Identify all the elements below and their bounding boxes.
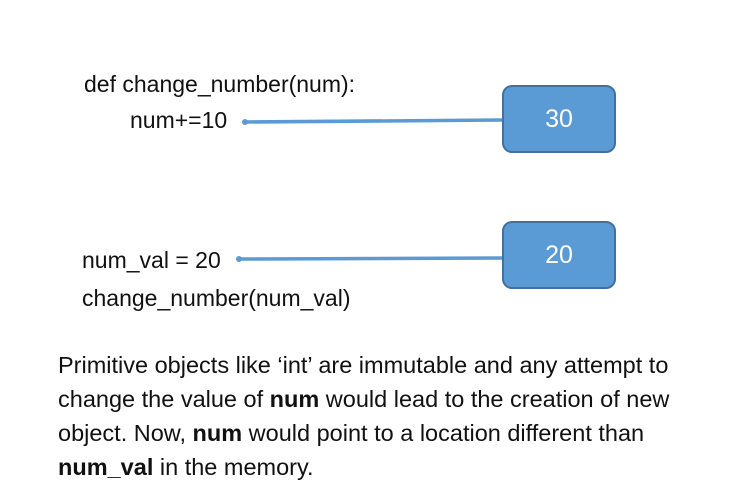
connector-num-to-30 — [242, 118, 503, 125]
explanation-bold-num-1: num — [269, 386, 320, 412]
code-increment-line: num+=10 — [130, 107, 228, 133]
explanation-bold-num-val: num_val — [58, 454, 154, 480]
value-box-30: 30 — [502, 85, 616, 153]
code-assign-line: num_val = 20 — [82, 247, 221, 273]
connector-line-bottom — [239, 256, 503, 261]
explanation-text-4: in the memory. — [153, 454, 314, 480]
connector-line-top — [245, 118, 503, 124]
value-box-20-label: 20 — [545, 240, 573, 269]
connector-dot-top — [242, 119, 248, 125]
connector-dot-bottom — [236, 256, 242, 262]
explanation-bold-num-2: num — [192, 420, 243, 446]
code-def-line: def change_number(num): — [84, 71, 356, 97]
connector-numval-to-20 — [236, 256, 503, 262]
value-box-30-label: 30 — [545, 104, 573, 133]
explanation-text-3: would point to a location different than — [242, 420, 645, 446]
code-call-line: change_number(num_val) — [82, 285, 351, 311]
value-box-20: 20 — [502, 221, 616, 289]
explanation-paragraph: Primitive objects like ‘int’ are immutab… — [58, 348, 718, 484]
